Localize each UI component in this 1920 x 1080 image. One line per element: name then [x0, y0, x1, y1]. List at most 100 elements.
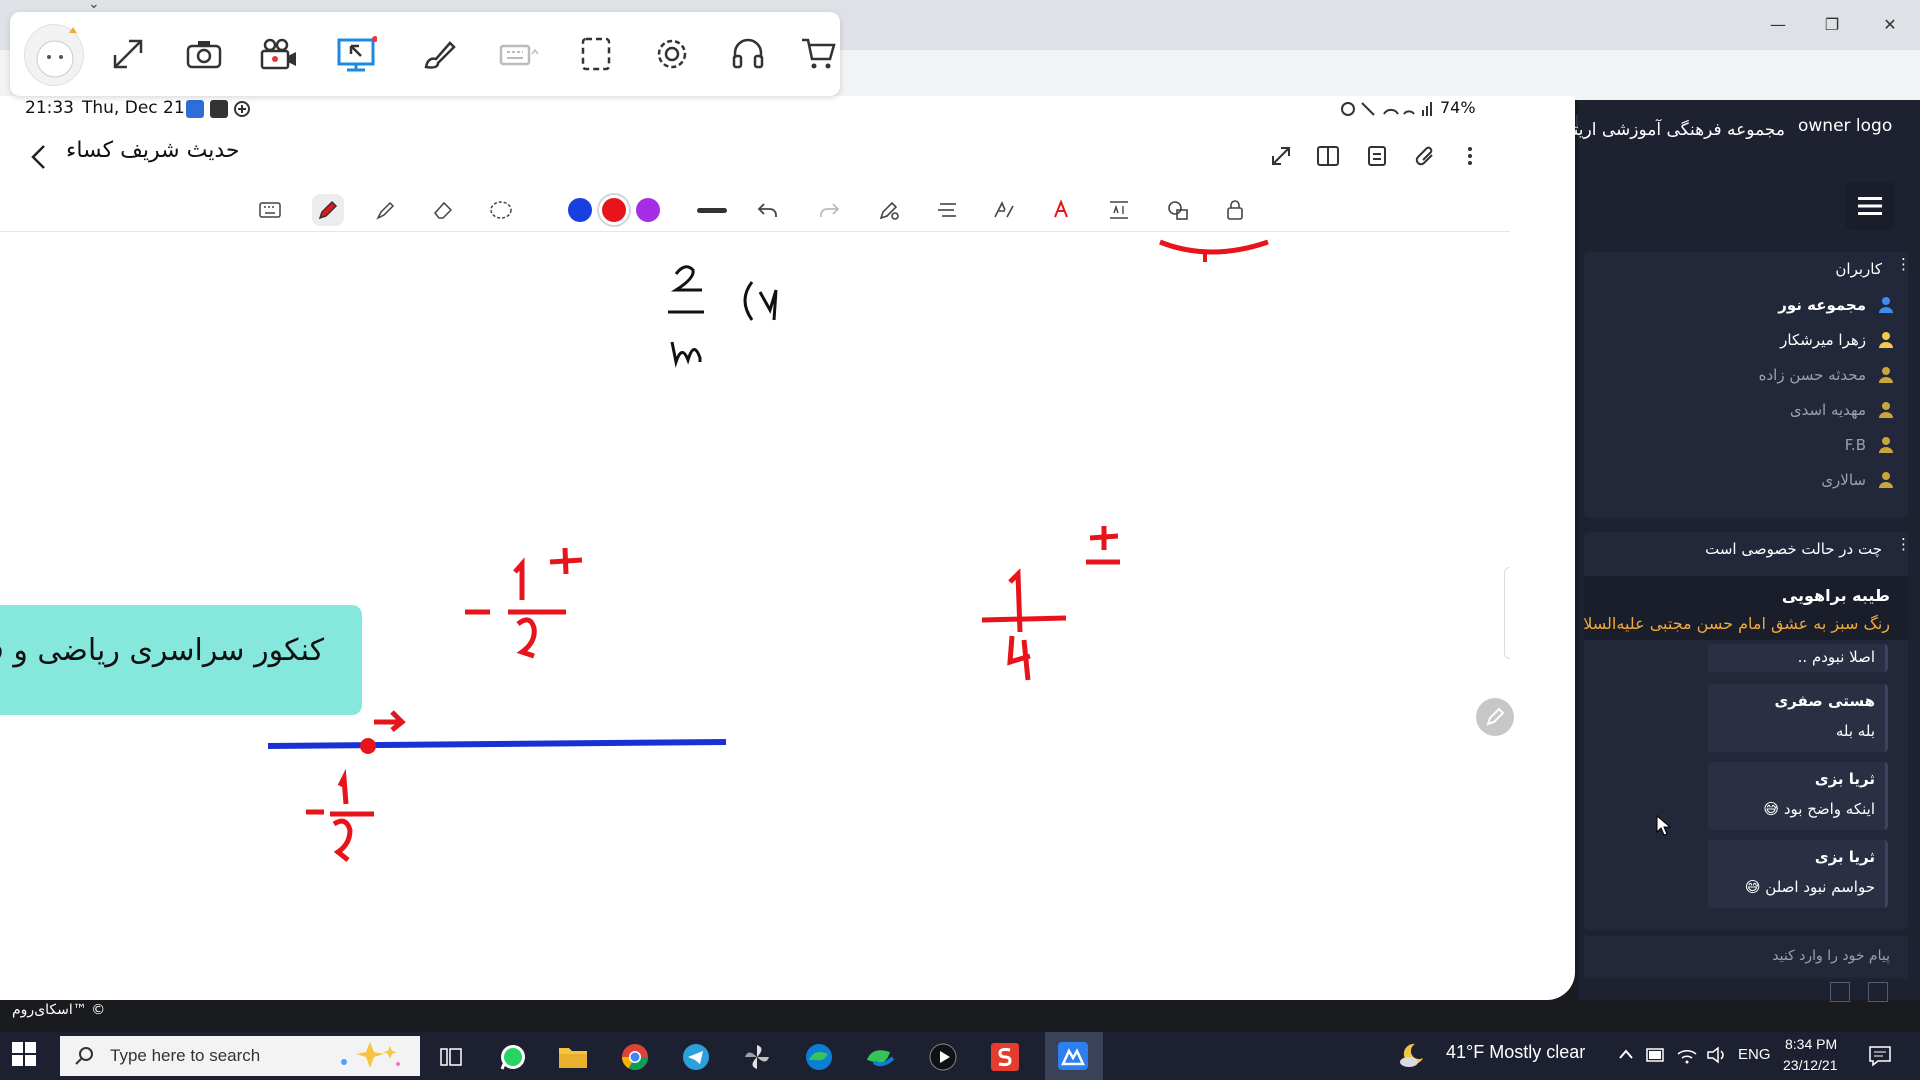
chevron-up-icon[interactable] [1618, 1048, 1634, 1060]
battery-icon[interactable] [1646, 1046, 1666, 1064]
chat-message: هستی صفری بله بله [1708, 684, 1888, 752]
attachment-icon[interactable] [1409, 140, 1441, 172]
keyboard-icon[interactable] [254, 194, 286, 226]
eraser-icon[interactable] [427, 194, 459, 226]
region-select-icon[interactable] [572, 30, 620, 78]
chat-more-icon[interactable]: ⋮ [1896, 537, 1908, 558]
hamburger-icon [1858, 197, 1882, 215]
drawing-canvas[interactable]: کنکور سراسری ریاضی و فیز [0, 232, 1514, 1000]
edit-pencil-button[interactable] [1476, 698, 1514, 736]
more-icon[interactable] [1454, 140, 1486, 172]
ink-arc [1159, 239, 1269, 255]
user-row[interactable]: مجموعه نور [1594, 290, 1894, 322]
windows-start-icon[interactable] [12, 1042, 42, 1072]
chat-message-sender: ثریا بزی [1814, 770, 1875, 788]
expand-icon[interactable] [1265, 140, 1297, 172]
keyboard-icon[interactable] [495, 30, 543, 78]
recorder-toolbar [10, 12, 840, 96]
edge-icon[interactable] [802, 1040, 836, 1074]
user-row[interactable]: سالاری [1594, 465, 1894, 497]
device-status-bar: 21:33 Thu, Dec 21 74% [0, 96, 1560, 120]
fullscreen-icon[interactable] [104, 30, 152, 78]
user-icon [1879, 297, 1893, 313]
picture-icon[interactable] [1868, 982, 1888, 1002]
red-fraction-negative-half [465, 547, 583, 659]
users-list: کاربران ⋮ مجموعه نور زهرا میرشکار محدثه … [1584, 252, 1911, 518]
page-icon[interactable] [1361, 140, 1393, 172]
pen-icon[interactable] [312, 194, 344, 226]
brush-icon[interactable] [415, 30, 463, 78]
input-language[interactable]: ENG [1738, 1046, 1771, 1063]
wps-icon[interactable] [988, 1040, 1022, 1074]
user-row[interactable]: F.B [1594, 430, 1894, 462]
chat-message-sender: ثریا بزی [1814, 848, 1875, 866]
weather-text[interactable]: 41°F Mostly clear [1446, 1042, 1585, 1063]
task-view-icon[interactable] [434, 1040, 468, 1074]
status-date: Thu, Dec 21 [82, 98, 185, 118]
user-name: مهدیه اسدی [1789, 401, 1866, 419]
black-fraction [668, 265, 778, 368]
taskbar-clock-date[interactable]: 23/12/21 [1783, 1057, 1838, 1073]
shapes-icon[interactable] [1162, 194, 1194, 226]
handwriting-icon[interactable] [988, 194, 1020, 226]
pencil-icon [1486, 707, 1505, 726]
file-explorer-icon[interactable] [556, 1040, 590, 1074]
pen-toolbar [0, 188, 1510, 232]
notification-center-icon[interactable] [1868, 1044, 1892, 1068]
close-window-button[interactable]: ✕ [1870, 10, 1910, 40]
pause-icon[interactable] [1830, 982, 1850, 1002]
cart-icon[interactable] [798, 30, 838, 78]
telegram-icon[interactable] [679, 1040, 713, 1074]
blue-number-line [267, 739, 727, 749]
redo-icon[interactable] [813, 194, 845, 226]
user-name: محدثه حسن زاده [1758, 366, 1866, 384]
lock-icon[interactable] [1219, 194, 1251, 226]
media-player-icon[interactable] [926, 1040, 960, 1074]
color-swatch-blue[interactable] [568, 198, 592, 222]
color-swatch-purple[interactable] [636, 198, 660, 222]
user-row[interactable]: مهدیه اسدی [1594, 395, 1894, 427]
lasso-icon[interactable] [485, 194, 517, 226]
tab-list-chevron-icon[interactable]: ⌄ [88, 0, 100, 12]
user-icon [1879, 332, 1893, 348]
text-color-icon[interactable] [1045, 194, 1077, 226]
settings-icon[interactable] [648, 30, 696, 78]
user-name: زهرا میرشکار [1780, 331, 1866, 349]
edge-beta-icon[interactable] [863, 1040, 897, 1074]
red-label-negative-half [306, 768, 374, 862]
users-more-icon[interactable]: ⋮ [1896, 257, 1911, 278]
taskbar-search-box[interactable]: Type here to search [60, 1036, 420, 1076]
screen-record-icon[interactable] [333, 30, 381, 78]
skyroom-taskbar-button[interactable] [1045, 1032, 1103, 1080]
video-camera-icon[interactable] [255, 30, 303, 78]
wifi-icon[interactable] [1676, 1046, 1698, 1064]
color-swatch-red[interactable] [602, 198, 626, 222]
canvas-scroll-handle[interactable] [1504, 567, 1510, 659]
pinwheel-icon[interactable] [740, 1040, 774, 1074]
stroke-width-button[interactable] [697, 208, 727, 213]
volume-icon[interactable] [1706, 1046, 1728, 1064]
back-chevron-icon[interactable] [24, 140, 52, 174]
spacing-icon[interactable] [1103, 194, 1135, 226]
book-icon[interactable] [1312, 140, 1344, 172]
chat-message-text: اینکه واضح بود 😅 [1763, 800, 1875, 818]
hamburger-menu-button[interactable] [1845, 182, 1895, 230]
logo-icon[interactable] [24, 24, 84, 86]
camera-icon[interactable] [180, 30, 228, 78]
text-align-icon[interactable] [931, 194, 963, 226]
highlighter-icon[interactable] [370, 194, 402, 226]
whatsapp-icon[interactable] [496, 1040, 530, 1074]
taskbar-clock-time[interactable]: 8:34 PM [1785, 1036, 1837, 1052]
chrome-icon[interactable] [618, 1040, 652, 1074]
weather-icon[interactable] [1395, 1038, 1429, 1072]
user-row[interactable]: زهرا میرشکار [1594, 325, 1894, 357]
maximize-button[interactable]: ❐ [1812, 10, 1852, 40]
users-heading: کاربران [1835, 260, 1882, 278]
user-icon [1879, 367, 1893, 383]
undo-icon[interactable] [752, 194, 784, 226]
headset-icon[interactable] [724, 30, 772, 78]
pen-settings-icon[interactable] [873, 194, 905, 226]
chat-input[interactable]: پیام خود را وارد کنید [1584, 936, 1908, 978]
minimize-button[interactable]: — [1758, 10, 1798, 40]
user-row[interactable]: محدثه حسن زاده [1594, 360, 1894, 392]
